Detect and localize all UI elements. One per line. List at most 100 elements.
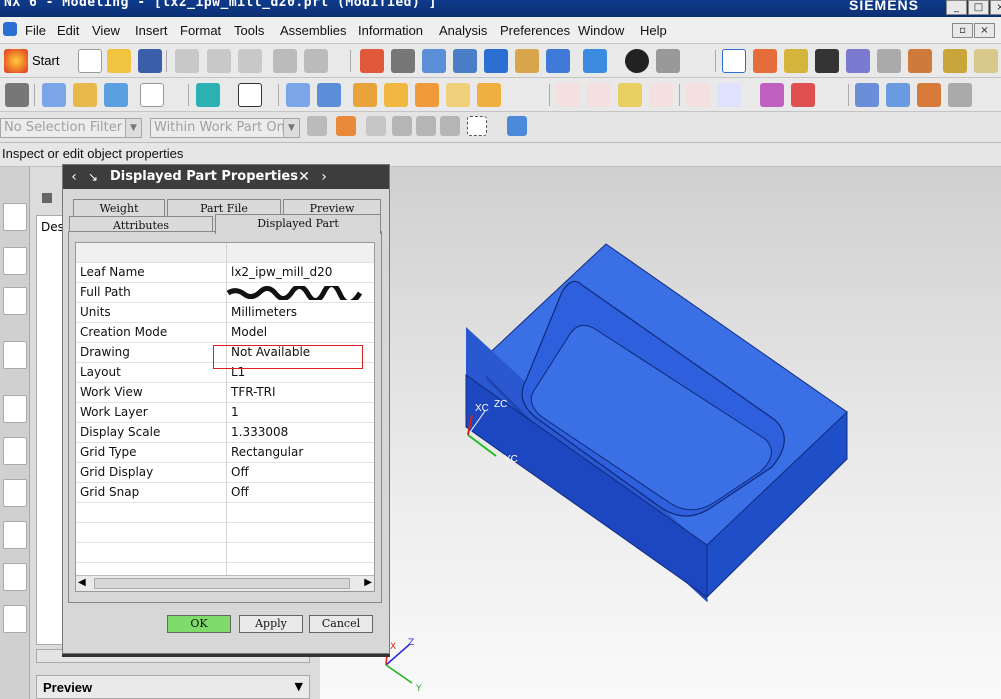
chevron-down-icon[interactable]: ▼ bbox=[295, 680, 303, 693]
snap-point-icon[interactable] bbox=[722, 49, 746, 73]
menu-edit[interactable]: Edit bbox=[57, 23, 79, 38]
snap-control-icon[interactable] bbox=[815, 49, 839, 73]
table-row[interactable]: Units Millimeters bbox=[76, 303, 374, 323]
part-navigator-icon[interactable] bbox=[3, 287, 27, 315]
dialog-close-button[interactable]: ✕ bbox=[295, 167, 313, 187]
close-window-button[interactable]: × bbox=[990, 0, 1001, 15]
body-select-icon[interactable] bbox=[440, 116, 460, 136]
display-edit-icon[interactable] bbox=[140, 83, 164, 107]
component-select-icon[interactable] bbox=[416, 116, 436, 136]
analysis-icon[interactable] bbox=[948, 83, 972, 107]
table-row[interactable]: Creation Mode Model bbox=[76, 323, 374, 343]
undo-select-icon[interactable] bbox=[366, 116, 386, 136]
undo-icon[interactable] bbox=[273, 49, 297, 73]
start-button[interactable]: Start bbox=[32, 53, 59, 68]
new-icon[interactable] bbox=[78, 49, 102, 73]
menu-format[interactable]: Format bbox=[180, 23, 221, 38]
menu-assemblies[interactable]: Assemblies bbox=[280, 23, 346, 38]
paste-icon[interactable] bbox=[238, 49, 262, 73]
dialog-collapse-icon[interactable]: ↘ bbox=[84, 167, 102, 187]
mesh-icon[interactable] bbox=[886, 83, 910, 107]
view-orient-icon[interactable] bbox=[656, 49, 680, 73]
table-row[interactable]: Grid Type Rectangular bbox=[76, 443, 374, 463]
app-menu-icon[interactable] bbox=[3, 22, 17, 36]
preview-section[interactable]: Preview ▼ bbox=[36, 675, 310, 699]
table-row[interactable]: Work Layer 1 bbox=[76, 403, 374, 423]
system-materials-icon[interactable] bbox=[3, 437, 27, 465]
section-icon[interactable] bbox=[73, 83, 97, 107]
snap-toggle-icon[interactable] bbox=[336, 116, 356, 136]
history-icon[interactable] bbox=[3, 395, 27, 423]
assembly-navigator-icon[interactable] bbox=[3, 203, 27, 231]
ruler-icon[interactable] bbox=[974, 49, 998, 73]
menu-analysis[interactable]: Analysis bbox=[439, 23, 487, 38]
table-row[interactable]: Leaf Name lx2_ipw_mill_d20 bbox=[76, 263, 374, 283]
table-row[interactable]: Work View TFR-TRI bbox=[76, 383, 374, 403]
boolean-icon[interactable] bbox=[477, 83, 501, 107]
ok-button[interactable]: OK bbox=[167, 615, 231, 633]
chamfer-icon[interactable] bbox=[415, 83, 439, 107]
orient-view-icon[interactable] bbox=[42, 83, 66, 107]
polygon-icon[interactable] bbox=[686, 83, 710, 107]
snap-center-icon[interactable] bbox=[877, 49, 901, 73]
copy-icon[interactable] bbox=[207, 49, 231, 73]
shell-icon[interactable] bbox=[446, 83, 470, 107]
zoom-window-icon[interactable] bbox=[391, 49, 415, 73]
fillet-curve-icon[interactable] bbox=[649, 83, 673, 107]
render-style-icon[interactable] bbox=[625, 49, 649, 73]
tab-displayed-part[interactable]: Displayed Part bbox=[215, 214, 381, 234]
dialog-next-button[interactable]: › bbox=[315, 167, 333, 187]
layer-icon[interactable] bbox=[5, 83, 29, 107]
select-body-icon[interactable] bbox=[507, 116, 527, 136]
through-curves-icon[interactable] bbox=[855, 83, 879, 107]
perspective-icon[interactable] bbox=[546, 49, 570, 73]
maximize-button[interactable]: □ bbox=[968, 0, 989, 15]
table-hscrollbar[interactable]: ◀ ▶ bbox=[76, 575, 374, 591]
menu-help[interactable]: Help bbox=[640, 23, 667, 38]
system-scenes-icon[interactable] bbox=[3, 605, 27, 633]
menu-file[interactable]: File bbox=[25, 23, 46, 38]
open-icon[interactable] bbox=[107, 49, 131, 73]
scroll-right-icon[interactable]: ▶ bbox=[364, 577, 372, 588]
apply-button[interactable]: Apply bbox=[239, 615, 303, 633]
sweep-icon[interactable] bbox=[917, 83, 941, 107]
table-row[interactable]: Display Scale 1.333008 bbox=[76, 423, 374, 443]
menu-information[interactable]: Information bbox=[358, 23, 423, 38]
table-row[interactable]: Grid Snap Off bbox=[76, 483, 374, 503]
menu-window[interactable]: Window bbox=[578, 23, 624, 38]
sketch-icon[interactable] bbox=[238, 83, 262, 107]
scope-combo[interactable]: Within Work Part Only ▼ bbox=[150, 118, 300, 138]
zoom-in-out-icon[interactable] bbox=[453, 49, 477, 73]
palette-icon[interactable] bbox=[3, 479, 27, 507]
arc-icon[interactable] bbox=[587, 83, 611, 107]
scroll-left-icon[interactable]: ◀ bbox=[78, 577, 86, 588]
doc-restore-button[interactable]: ▫ bbox=[952, 23, 973, 38]
offset-curve-icon[interactable] bbox=[760, 83, 784, 107]
minimize-button[interactable]: _ bbox=[946, 0, 967, 15]
snap-quadrant-icon[interactable] bbox=[908, 49, 932, 73]
spline-icon[interactable] bbox=[717, 83, 741, 107]
process-studio-icon[interactable] bbox=[3, 521, 27, 549]
pan-icon[interactable] bbox=[515, 49, 539, 73]
measure-icon[interactable] bbox=[943, 49, 967, 73]
redo-icon[interactable] bbox=[304, 49, 328, 73]
scroll-thumb[interactable] bbox=[94, 578, 350, 589]
menu-view[interactable]: View bbox=[92, 23, 120, 38]
extrude-icon[interactable] bbox=[286, 83, 310, 107]
menu-insert[interactable]: Insert bbox=[135, 23, 168, 38]
menu-preferences[interactable]: Preferences bbox=[500, 23, 570, 38]
circle-icon[interactable] bbox=[618, 83, 642, 107]
shaded-cube-icon[interactable] bbox=[583, 49, 607, 73]
point-icon[interactable] bbox=[196, 83, 220, 107]
menu-tools[interactable]: Tools bbox=[234, 23, 264, 38]
start-icon[interactable] bbox=[4, 49, 28, 73]
save-icon[interactable] bbox=[138, 49, 162, 73]
fit-icon[interactable] bbox=[360, 49, 384, 73]
feature-select-icon[interactable] bbox=[392, 116, 412, 136]
web-browser-icon[interactable] bbox=[3, 341, 27, 369]
tab-weight[interactable]: Weight bbox=[73, 199, 165, 217]
snap-intersection-icon[interactable] bbox=[846, 49, 870, 73]
block-icon[interactable] bbox=[353, 83, 377, 107]
type-filter-combo[interactable]: No Selection Filter ▼ bbox=[0, 118, 142, 138]
dialog-prev-button[interactable]: ‹ bbox=[65, 167, 83, 187]
